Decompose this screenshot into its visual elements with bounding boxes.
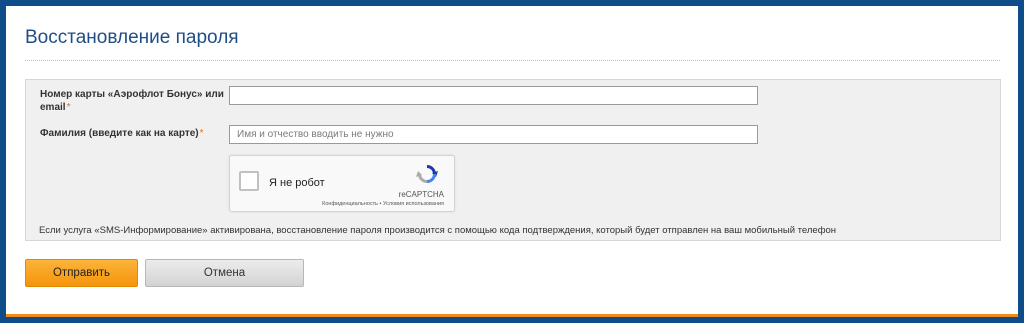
card-number-label: Номер карты «Аэрофлот Бонус» или email* [40,88,225,114]
required-marker: * [199,128,204,139]
card-number-input[interactable] [229,86,758,105]
surname-input[interactable] [229,125,758,144]
recaptcha-links[interactable]: Конфиденциальность • Условия использован… [322,201,444,207]
recaptcha-brand: reCAPTCHA [398,190,444,199]
recaptcha-checkbox-label: Я не робот [269,177,325,189]
cancel-button[interactable]: Отмена [145,259,304,287]
recaptcha-logo-icon [416,165,438,183]
sms-info-note: Если услуга «SMS-Информирование» активир… [39,225,837,236]
surname-label-text: Фамилия (введите как на карте) [40,128,199,139]
accent-bar [6,314,1018,317]
required-marker: * [66,102,71,113]
title-divider [25,60,1000,61]
recaptcha-checkbox[interactable] [239,171,259,191]
surname-label: Фамилия (введите как на карте)* [40,127,225,140]
password-recovery-panel: Восстановление пароля Номер карты «Аэроф… [6,6,1018,317]
recovery-form: Номер карты «Аэрофлот Бонус» или email* … [25,79,1001,241]
page-title: Восстановление пароля [25,27,239,48]
submit-button[interactable]: Отправить [25,259,138,287]
recaptcha-widget: Я не робот reCAPTCHA Конфиденциальность … [229,155,455,212]
